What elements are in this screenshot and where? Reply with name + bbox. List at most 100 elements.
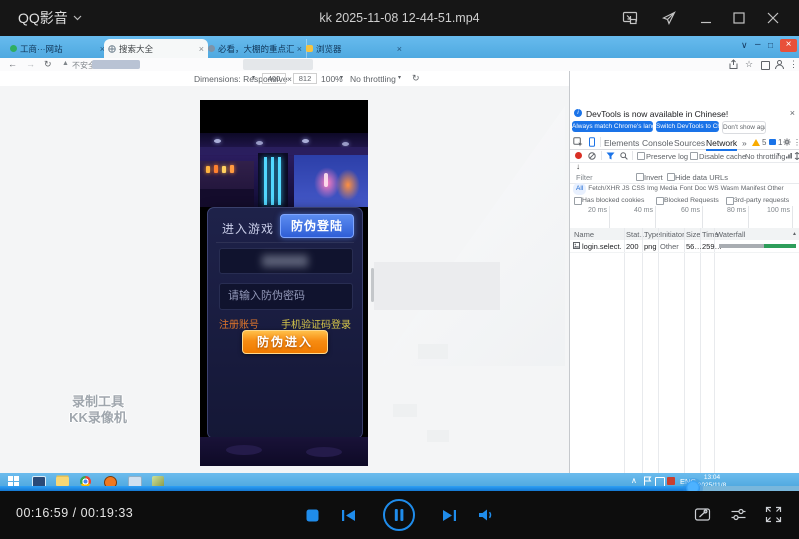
import-export-icon[interactable]	[794, 152, 799, 160]
scene-stage	[294, 155, 368, 207]
browser-tab: 必看，大棚的重点汇总… ×	[204, 39, 307, 58]
network-conditions-icon[interactable]	[785, 152, 793, 160]
column-separator	[700, 228, 701, 478]
tab-title: 搜索大全	[119, 43, 196, 55]
tab-console[interactable]: Console	[642, 138, 673, 148]
qq-player-window: QQ影音 kk 2025-11-08 12-44-51.mp4 工商···网站 …	[0, 0, 799, 539]
invert-checkbox[interactable]	[636, 173, 644, 181]
chip-js[interactable]: JS	[622, 183, 630, 195]
viewport-scrollbar[interactable]	[371, 268, 374, 302]
chip-all[interactable]: All	[573, 183, 586, 195]
column-separator	[642, 228, 643, 478]
request-initiator: Other	[660, 242, 679, 251]
column-separator	[624, 228, 625, 478]
fullscreen-button[interactable]	[765, 506, 782, 528]
tab-anti-fake-login[interactable]: 防伪登陆	[280, 214, 354, 238]
col-name[interactable]: Name	[574, 230, 594, 239]
profile-avatar-icon	[774, 59, 785, 70]
request-status: 200	[626, 242, 639, 251]
inspect-element-icon[interactable]	[573, 137, 583, 147]
hide-data-urls-checkbox[interactable]	[667, 173, 675, 181]
close-button[interactable]	[765, 10, 781, 26]
col-waterfall[interactable]: Waterfall	[716, 230, 745, 239]
search-icon[interactable]	[620, 152, 628, 160]
tab-title: 工商···网站	[20, 43, 97, 55]
chip-doc[interactable]: Doc	[695, 183, 707, 195]
settings-sliders-icon[interactable]	[730, 506, 747, 528]
chip-manifest[interactable]: Manifest	[741, 183, 766, 195]
chip-ws[interactable]: WS	[708, 183, 718, 195]
timeline-overview: 20 ms 40 ms 60 ms 80 ms 100 ms	[570, 206, 799, 229]
filter-input[interactable]: Filter	[576, 173, 593, 182]
minimize-button[interactable]	[698, 10, 714, 26]
warning-count[interactable]: 5	[762, 138, 766, 147]
chip-wasm[interactable]: Wasm	[721, 183, 739, 195]
chip-fetch-xhr[interactable]: Fetch/XHR	[588, 183, 620, 195]
volume-button[interactable]	[478, 508, 494, 527]
issue-count[interactable]: 1	[778, 138, 782, 147]
folder-icon	[56, 477, 69, 486]
phone-login-link[interactable]: 手机验证码登录	[281, 316, 351, 331]
request-table-body: login.select.a0279… 200 png Other 56… 25…	[570, 240, 799, 478]
waterfall-bar-download	[764, 244, 796, 248]
throttling-caret-icon: ▾	[398, 74, 401, 81]
record-icon[interactable]	[575, 152, 582, 159]
video-frame[interactable]: 工商···网站 × 搜索大全 × 必看，大棚的重点汇总… × 浏览器 × ∨ –…	[0, 36, 799, 490]
disable-cache-checkbox[interactable]	[690, 152, 698, 160]
more-tabs-icon[interactable]: »	[742, 138, 747, 148]
tick-label: 60 ms	[672, 207, 700, 214]
match-language-button[interactable]: Always match Chrome's language	[572, 121, 653, 132]
clear-icon[interactable]	[588, 152, 596, 160]
scene-neon-stripe	[271, 157, 274, 205]
mini-mode-button[interactable]	[622, 10, 638, 26]
pin-button[interactable]	[661, 10, 677, 26]
anti-fake-enter-button[interactable]: 防伪进入	[242, 330, 328, 354]
reload-icon: ↻	[44, 59, 52, 70]
watermark-line1: 录制工具	[46, 394, 150, 410]
col-initiator[interactable]: Initiator	[660, 230, 685, 239]
third-party-checkbox[interactable]	[726, 197, 734, 205]
gear-icon[interactable]	[783, 138, 791, 146]
chip-img[interactable]: Img	[647, 183, 658, 195]
notice-close-icon[interactable]: ×	[790, 108, 795, 118]
tab-sources[interactable]: Sources	[674, 138, 705, 148]
maximize-button[interactable]	[731, 10, 747, 26]
tick-label: 40 ms	[625, 207, 653, 214]
password-input[interactable]: 请输入防伪密码	[219, 283, 353, 310]
request-type: png	[644, 242, 657, 251]
tab-enter-game[interactable]: 进入游戏	[222, 220, 274, 237]
account-input[interactable]	[219, 248, 353, 274]
switch-chinese-button[interactable]: Switch DevTools to Chinese	[656, 121, 719, 132]
col-size[interactable]: Size	[686, 230, 701, 239]
pause-button[interactable]	[382, 498, 416, 537]
chip-font[interactable]: Font	[680, 183, 693, 195]
tick-label: 100 ms	[762, 207, 790, 214]
dont-show-again-button[interactable]: Don't show again	[722, 121, 766, 134]
stop-button[interactable]	[306, 509, 319, 527]
filter-icon[interactable]	[606, 152, 615, 160]
next-button[interactable]	[442, 509, 457, 527]
chip-css[interactable]: CSS	[632, 183, 645, 195]
tray-chevron-icon: ∧	[631, 476, 637, 485]
device-toolbar-icon[interactable]	[587, 137, 597, 147]
scene-spotlight	[256, 141, 263, 145]
preserve-log-checkbox[interactable]	[637, 152, 645, 160]
previous-button[interactable]	[341, 509, 356, 527]
tray-icon	[667, 477, 675, 485]
scene-performer	[324, 173, 328, 187]
toolbox-icon[interactable]	[694, 506, 711, 528]
register-link[interactable]: 注册账号	[219, 316, 259, 331]
chip-media[interactable]: Media	[660, 183, 678, 195]
devtools-menu-icon[interactable]: ⋮	[793, 138, 799, 147]
network-request-row[interactable]: login.select.a0279… 200 png Other 56… 25…	[570, 240, 799, 253]
download-har-icon[interactable]: ↓	[576, 162, 580, 171]
has-blocked-cookies-checkbox[interactable]	[574, 197, 582, 205]
browser-tab-active: 搜索大全 ×	[104, 39, 208, 58]
warning-triangle-icon	[752, 139, 760, 146]
scene-bottle-light	[230, 165, 234, 173]
chip-other[interactable]: Other	[767, 183, 783, 195]
video-browser-toolbar: ← → ↻ ▲ 不安全 ☆ ⋮	[0, 58, 799, 72]
tab-elements[interactable]: Elements	[604, 138, 639, 148]
blocked-requests-checkbox[interactable]	[656, 197, 664, 205]
request-size: 56…	[686, 242, 702, 251]
